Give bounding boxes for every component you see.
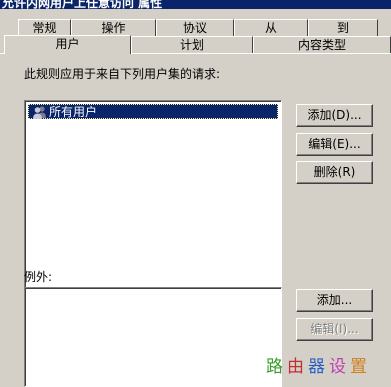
delete-user-button[interactable]: 删除(R) (296, 161, 373, 184)
window-title: 允许内网用户上任意访问 属性 (2, 0, 163, 9)
title-bar: 允许内网用户上任意访问 属性 (0, 0, 391, 9)
tab-protocol[interactable]: 协议 (156, 19, 234, 36)
edit-user-button[interactable]: 编辑(E)... (296, 133, 373, 156)
watermark-char: 设 (329, 357, 350, 377)
tab-users[interactable]: 用户 (4, 35, 131, 54)
exceptions-listbox[interactable] (24, 287, 282, 387)
watermark: 路由器设置 (266, 352, 371, 377)
users-listbox[interactable]: 所有用户 (24, 100, 282, 313)
watermark-char: 由 (287, 357, 308, 377)
users-tab-panel: 此规则应用于来自下列用户集的请求: 所有用户 添加(D)... 编辑(E)...… (0, 53, 391, 387)
users-icon (33, 106, 46, 119)
tab-content-types[interactable]: 内容类型 (253, 36, 391, 53)
add-user-button[interactable]: 添加(D)... (296, 104, 373, 127)
add-exception-button[interactable]: 添加... (296, 289, 373, 312)
tab-action[interactable]: 操作 (71, 19, 156, 36)
exceptions-label: 例外: (24, 270, 53, 284)
tab-to[interactable]: 到 (308, 19, 378, 36)
tab-schedule[interactable]: 计划 (131, 36, 253, 53)
users-section-label: 此规则应用于来自下列用户集的请求: (24, 67, 221, 81)
tab-general[interactable]: 常规 (18, 19, 71, 36)
watermark-char: 路 (266, 357, 287, 377)
edit-exception-button[interactable]: 编辑(I)... (296, 318, 373, 341)
list-item[interactable]: 所有用户 (28, 104, 278, 119)
watermark-char: 置 (350, 357, 371, 377)
watermark-char: 器 (308, 357, 329, 377)
list-item-label: 所有用户 (49, 105, 98, 119)
tab-from[interactable]: 从 (234, 19, 308, 36)
